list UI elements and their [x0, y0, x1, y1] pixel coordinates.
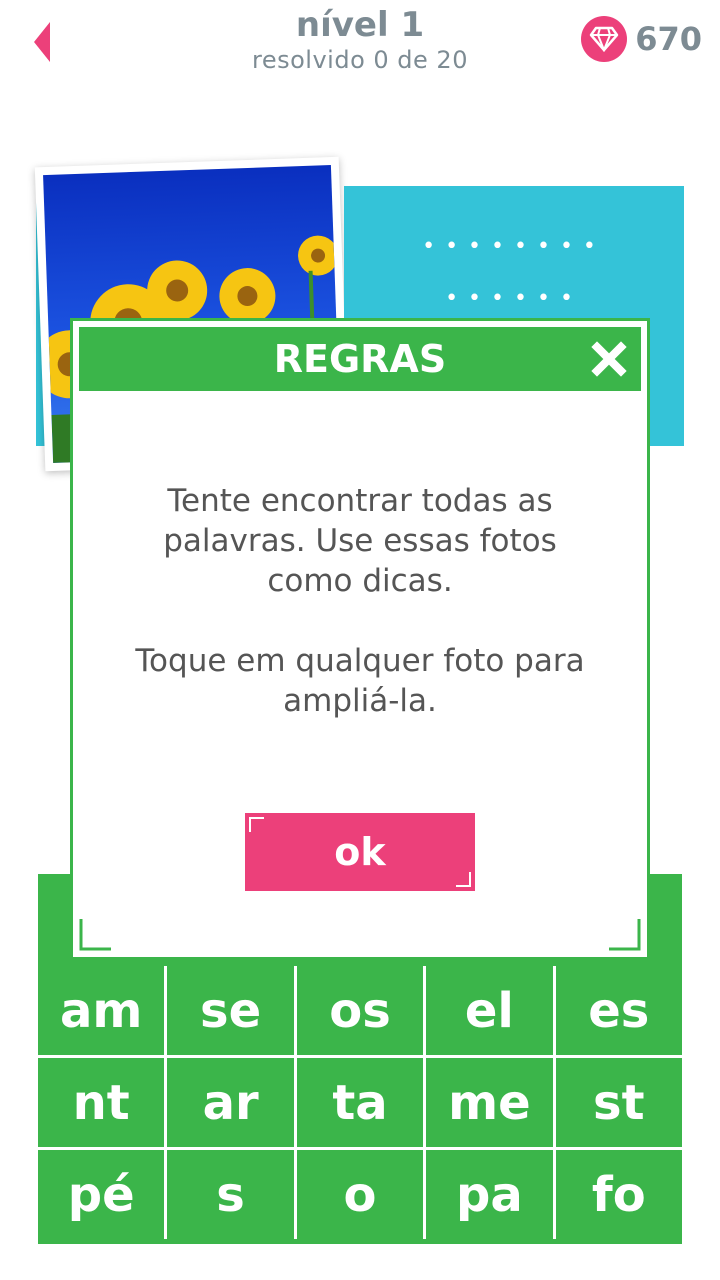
rules-text-line: ampliá-la.: [283, 683, 437, 719]
level-header: nível 1 resolvido 0 de 20: [160, 4, 560, 74]
close-icon: [591, 341, 627, 377]
tile[interactable]: pé: [38, 1150, 165, 1239]
rules-text-line: palavras. Use essas fotos: [163, 523, 557, 559]
tile[interactable]: el: [426, 966, 553, 1055]
back-arrow-icon: [34, 22, 50, 62]
tile[interactable]: se: [167, 966, 294, 1055]
tile[interactable]: ta: [296, 1058, 424, 1147]
tile[interactable]: o: [296, 1150, 424, 1239]
diamond-icon: [581, 16, 628, 62]
ok-label: ok: [334, 830, 386, 874]
dialog-title: REGRAS: [273, 337, 447, 381]
back-button[interactable]: [28, 18, 58, 66]
dialog-header: REGRAS: [79, 327, 641, 391]
rules-dialog: REGRAS Tente encontrar todas as palavras…: [70, 318, 650, 960]
rules-text-line: como dicas.: [267, 563, 453, 599]
hidden-word-dots-1: ••••••••: [422, 234, 606, 259]
tile[interactable]: es: [555, 966, 682, 1055]
corner-decoration: [79, 919, 111, 951]
rules-text-line: Tente encontrar todas as: [167, 483, 553, 519]
hidden-word-dots-2: ••••••: [445, 286, 583, 311]
rules-paragraph-1: Tente encontrar todas as palavras. Use e…: [103, 481, 617, 601]
corner-decoration: [456, 872, 471, 887]
corner-decoration: [609, 919, 641, 951]
tile[interactable]: s: [167, 1150, 294, 1239]
tile[interactable]: am: [38, 966, 165, 1055]
gem-count: 670: [635, 20, 702, 58]
gem-counter[interactable]: 670: [581, 14, 702, 64]
tile[interactable]: ar: [167, 1058, 294, 1147]
corner-decoration: [249, 817, 264, 832]
rules-text-line: Toque em qualquer foto para: [135, 643, 585, 679]
tile[interactable]: pa: [426, 1150, 553, 1239]
ok-button[interactable]: ok: [245, 813, 475, 891]
tile[interactable]: nt: [38, 1058, 165, 1147]
level-title: nível 1: [295, 5, 425, 45]
level-progress: resolvido 0 de 20: [252, 46, 468, 74]
syllable-grid: am se os el es nt ar ta me st pé s o pa …: [38, 966, 682, 1239]
tile[interactable]: me: [426, 1058, 553, 1147]
rules-paragraph-2: Toque em qualquer foto para ampliá-la.: [103, 641, 617, 721]
tile[interactable]: fo: [555, 1150, 682, 1239]
tile[interactable]: st: [555, 1058, 682, 1147]
tile[interactable]: os: [296, 966, 424, 1055]
close-button[interactable]: [587, 337, 631, 381]
